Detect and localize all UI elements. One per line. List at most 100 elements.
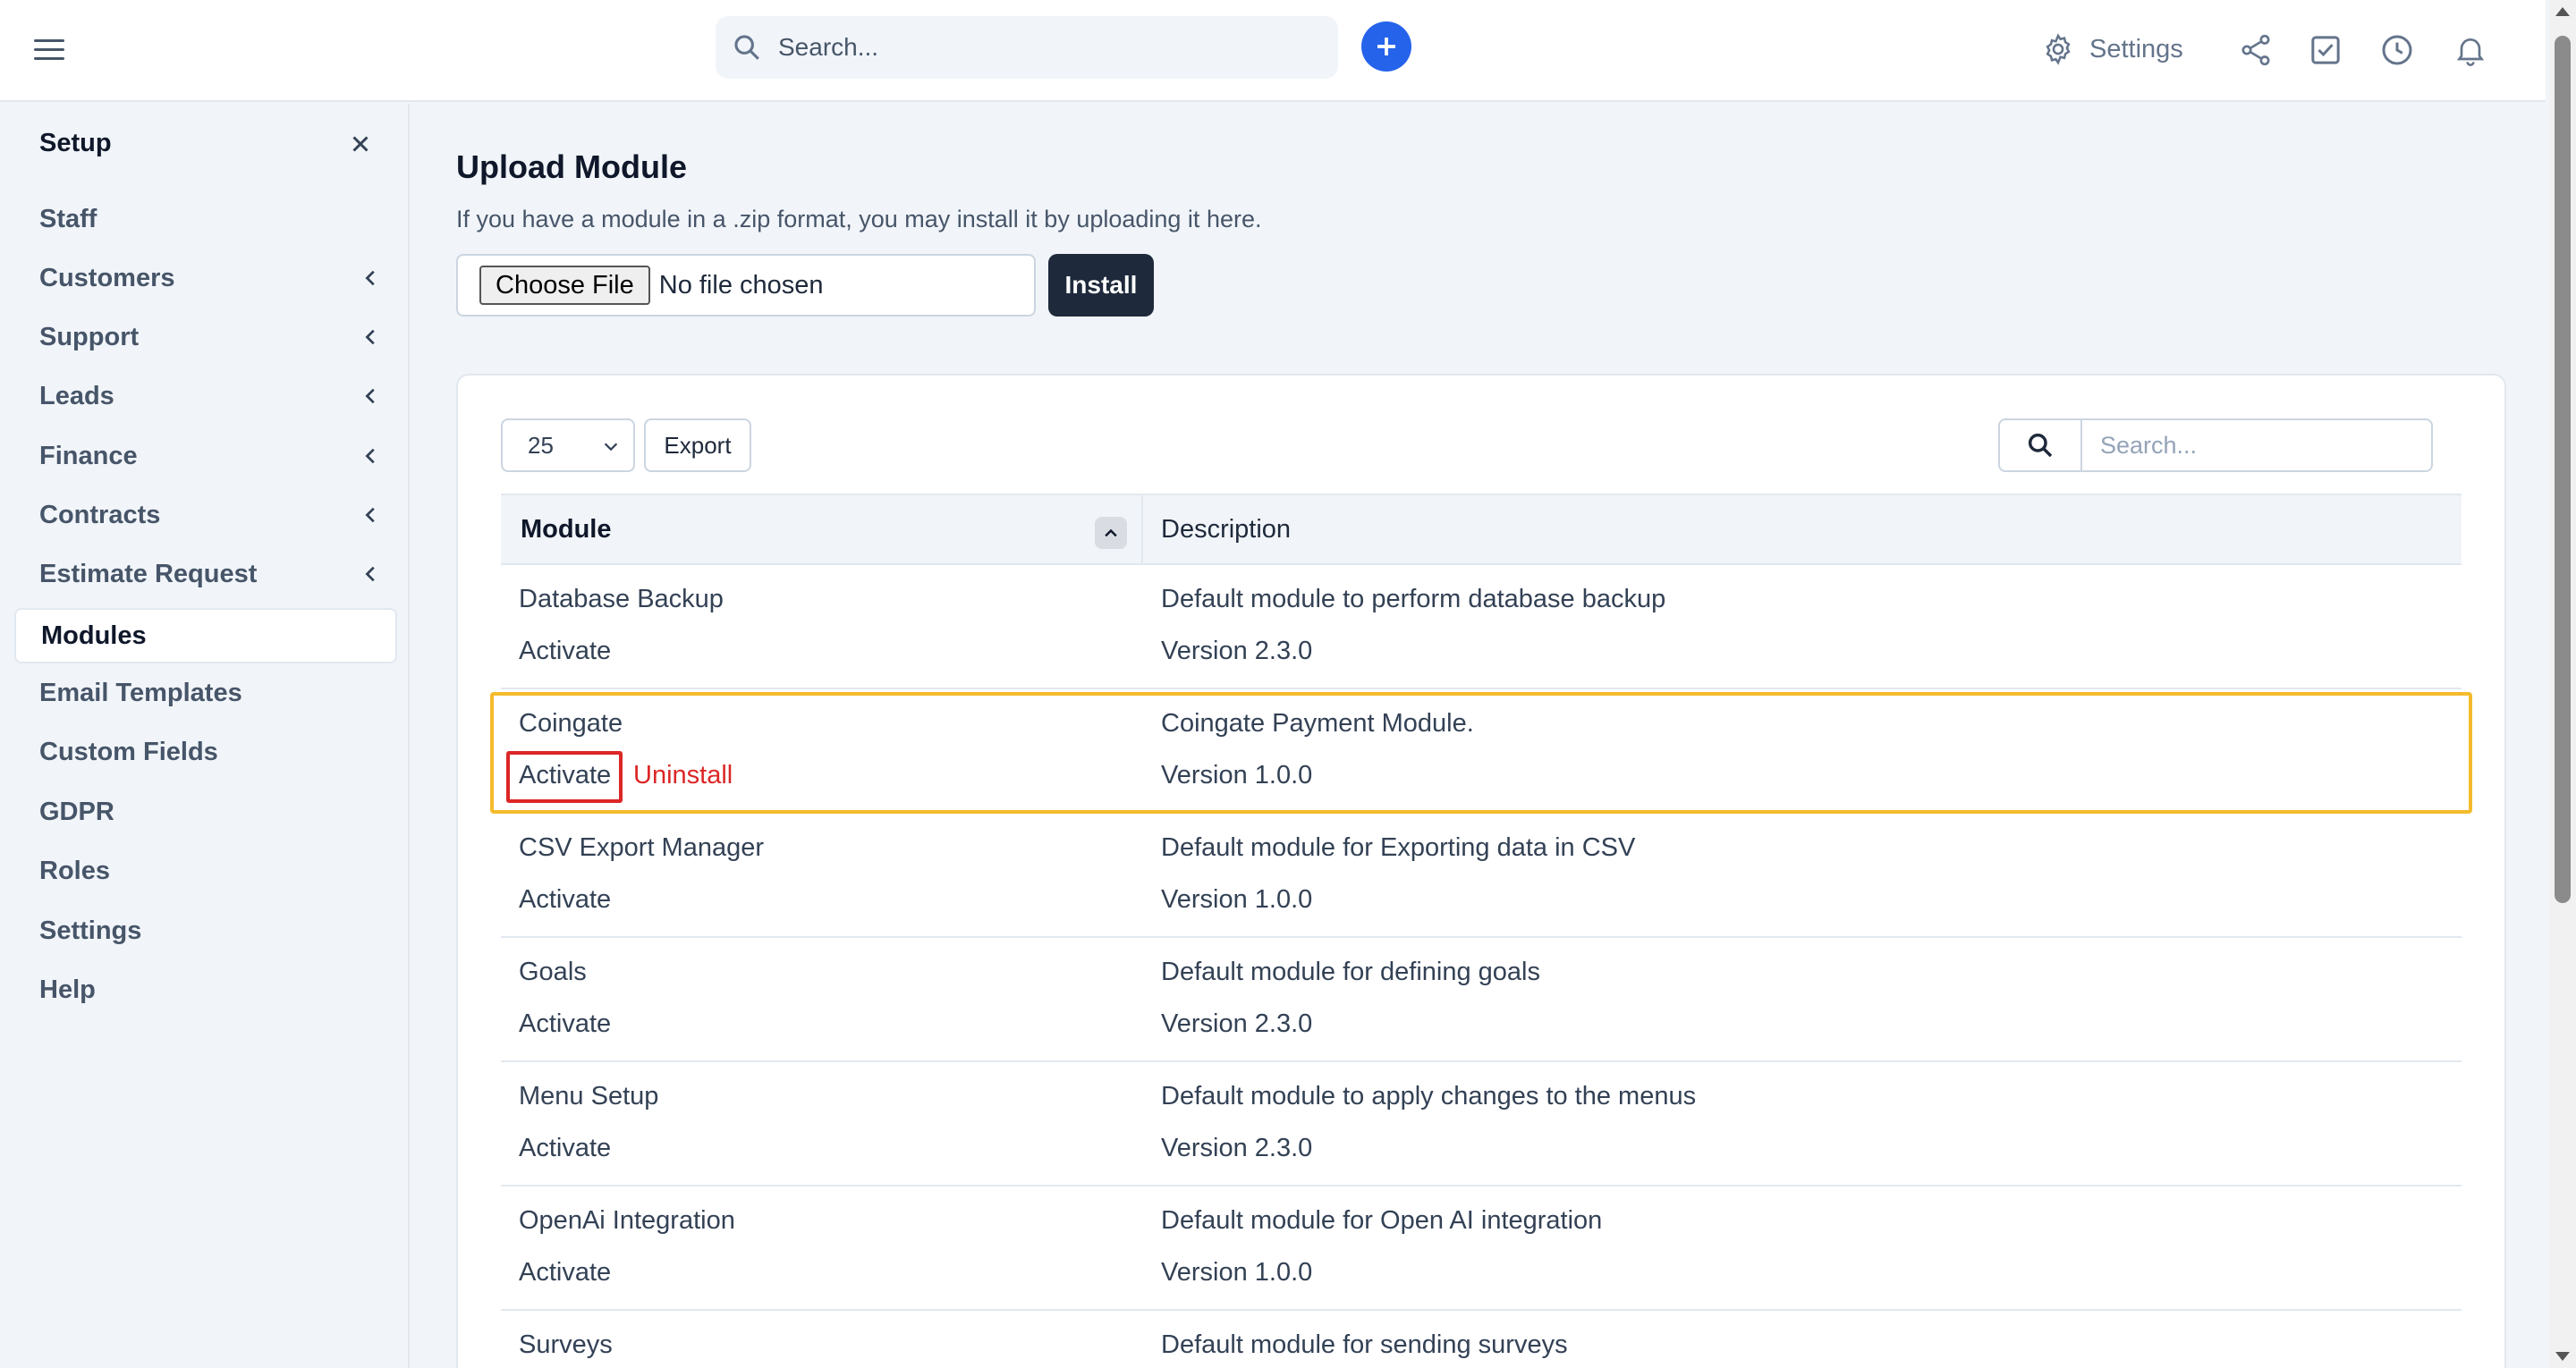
sidebar-title: Setup	[39, 129, 112, 157]
uninstall-link[interactable]: Uninstall	[633, 761, 733, 790]
menu-toggle-icon[interactable]	[34, 39, 64, 63]
setup-sidebar: Setup Staff Customers Support Leads Fina…	[0, 104, 410, 1368]
tasks-checkbox-icon[interactable]	[2308, 32, 2343, 68]
table-row: Goals Activate Default module for defini…	[501, 938, 2462, 1062]
sidebar-item-staff[interactable]: Staff	[14, 191, 397, 247]
sidebar-item-email-templates[interactable]: Email Templates	[14, 665, 397, 721]
chevron-left-icon	[365, 270, 375, 286]
module-name: CSV Export Manager	[519, 833, 765, 862]
search-icon	[734, 35, 759, 60]
sidebar-item-label: Support	[39, 322, 140, 351]
settings-link[interactable]: Settings	[2041, 32, 2183, 66]
table-search: Search...	[1998, 418, 2433, 472]
sidebar-item-label: Staff	[39, 204, 97, 233]
clock-icon[interactable]	[2379, 32, 2415, 68]
table-row: Menu Setup Activate Default module to ap…	[501, 1062, 2462, 1186]
module-name: Menu Setup	[519, 1082, 659, 1110]
chevron-left-icon	[365, 448, 375, 464]
sort-button[interactable]	[1095, 517, 1127, 549]
page-scrollbar[interactable]	[2549, 0, 2576, 1368]
sidebar-item-gdpr[interactable]: GDPR	[14, 784, 397, 840]
plus-icon	[1377, 38, 1395, 55]
sidebar-item-label: Email Templates	[39, 678, 242, 707]
global-search-placeholder: Search...	[778, 33, 879, 61]
module-version: Version 1.0.0	[1161, 885, 1313, 914]
sidebar-item-customers[interactable]: Customers	[14, 250, 397, 306]
gear-icon	[2046, 33, 2071, 65]
chevron-up-icon	[1105, 528, 1117, 537]
per-page-select[interactable]: 25	[501, 418, 635, 472]
module-name: OpenAi Integration	[519, 1206, 735, 1235]
scrollbar-thumb[interactable]	[2555, 36, 2571, 903]
sidebar-item-label: Contracts	[39, 500, 161, 529]
per-page-value: 25	[528, 431, 554, 459]
sidebar-item-label: Finance	[39, 441, 138, 470]
module-description: Default module to perform database backu…	[1161, 585, 1666, 613]
module-description: Default module to apply changes to the m…	[1161, 1082, 1697, 1110]
file-status: No file chosen	[658, 270, 824, 300]
module-description: Default module for sending surveys	[1161, 1330, 1568, 1359]
close-icon[interactable]	[347, 131, 374, 157]
upload-instructions: If you have a module in a .zip format, y…	[456, 206, 1262, 232]
quick-create-button[interactable]	[1361, 21, 1411, 72]
page-title: Upload Module	[456, 148, 687, 185]
share-icon[interactable]	[2238, 32, 2274, 68]
activate-link[interactable]: Activate	[519, 885, 611, 915]
chevron-left-icon	[365, 329, 375, 345]
module-file-input[interactable]: Choose File No file chosen	[456, 254, 1036, 317]
column-header-module[interactable]: Module	[521, 515, 612, 545]
sidebar-item-finance[interactable]: Finance	[14, 428, 397, 484]
sidebar-item-label: Customers	[39, 263, 175, 292]
module-name: Surveys	[519, 1330, 613, 1359]
table-header: Module Description	[501, 494, 2462, 565]
table-row: CSV Export Manager Activate Default modu…	[501, 814, 2462, 938]
sidebar-item-custom-fields[interactable]: Custom Fields	[14, 724, 397, 780]
module-description: Default module for Exporting data in CSV	[1161, 833, 1636, 862]
activate-link[interactable]: Activate	[519, 1134, 611, 1163]
sidebar-item-label: GDPR	[39, 797, 114, 826]
module-version: Version 1.0.0	[1161, 761, 1313, 790]
table-search-button[interactable]	[2000, 420, 2082, 470]
table-row: OpenAi Integration Activate Default modu…	[501, 1186, 2462, 1311]
search-icon	[2028, 433, 2053, 458]
scroll-down-arrow[interactable]	[2555, 1352, 2570, 1361]
activate-link[interactable]: Activate	[519, 1009, 611, 1039]
module-name: Database Backup	[519, 585, 724, 613]
module-version: Version 2.3.0	[1161, 1009, 1313, 1038]
sidebar-item-label: Roles	[39, 856, 110, 885]
sidebar-item-leads[interactable]: Leads	[14, 368, 397, 424]
choose-file-button[interactable]: Choose File	[479, 266, 650, 305]
sidebar-item-modules[interactable]: Modules	[14, 608, 397, 663]
table-search-input[interactable]: Search...	[2082, 420, 2431, 470]
top-header: Search... Settings	[0, 0, 2546, 102]
notification-bell-icon[interactable]	[2453, 32, 2488, 68]
sidebar-item-label: Custom Fields	[39, 737, 218, 766]
sidebar-item-help[interactable]: Help	[14, 962, 397, 1018]
sidebar-item-settings[interactable]: Settings	[14, 903, 397, 958]
global-search-input[interactable]: Search...	[716, 16, 1338, 79]
install-button[interactable]: Install	[1048, 254, 1154, 317]
activate-link[interactable]: Activate	[519, 761, 611, 790]
sidebar-item-roles[interactable]: Roles	[14, 843, 397, 899]
sidebar-item-support[interactable]: Support	[14, 309, 397, 365]
sidebar-item-estimate-request[interactable]: Estimate Request	[14, 546, 397, 602]
sidebar-item-label: Estimate Request	[39, 559, 258, 588]
sidebar-item-label: Leads	[39, 381, 114, 410]
activate-link[interactable]: Activate	[519, 1258, 611, 1288]
module-description: Default module for Open AI integration	[1161, 1206, 1603, 1235]
settings-label: Settings	[2089, 34, 2183, 63]
table-row: Database Backup Activate Default module …	[501, 565, 2462, 689]
export-button[interactable]: Export	[644, 418, 751, 472]
column-divider	[1141, 495, 1143, 565]
sidebar-item-contracts[interactable]: Contracts	[14, 487, 397, 543]
chevron-left-icon	[365, 507, 375, 523]
module-name: Goals	[519, 958, 587, 986]
chevron-down-icon	[604, 443, 618, 452]
column-header-description[interactable]: Description	[1161, 515, 1291, 545]
chevron-left-icon	[365, 566, 375, 582]
scroll-up-arrow[interactable]	[2555, 7, 2570, 16]
module-description: Coingate Payment Module.	[1161, 709, 1474, 738]
module-name: Coingate	[519, 709, 623, 738]
activate-link[interactable]: Activate	[519, 637, 611, 666]
sidebar-item-label: Help	[39, 975, 96, 1004]
